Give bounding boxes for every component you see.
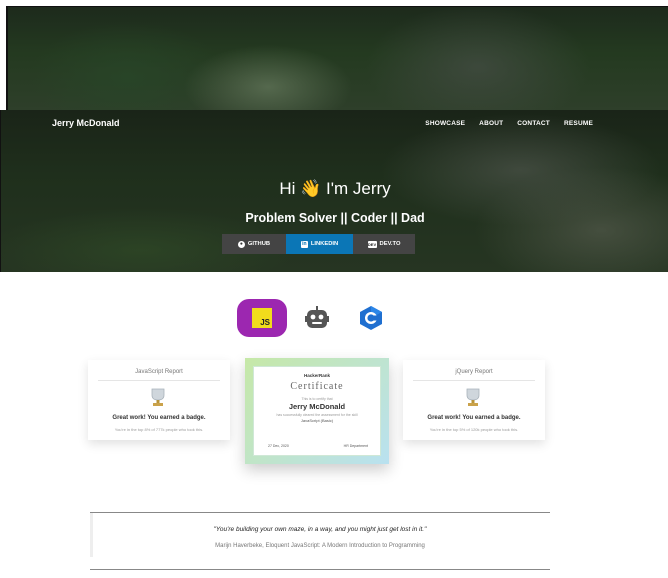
devto-button-label: DEV.TO bbox=[379, 241, 401, 247]
certificate-signature: HR Department bbox=[343, 444, 368, 448]
hero-section: Jerry McDonald SHOWCASE ABOUT CONTACT RE… bbox=[0, 110, 668, 272]
linkedin-button[interactable]: in LINKEDIN bbox=[286, 234, 353, 254]
badge-title: jQuery Report bbox=[455, 369, 493, 375]
nav-link-contact[interactable]: CONTACT bbox=[517, 120, 550, 127]
nav-link-showcase[interactable]: SHOWCASE bbox=[425, 120, 465, 127]
github-button[interactable]: ● GITHUB bbox=[222, 234, 286, 254]
robot-icon bbox=[305, 306, 329, 328]
js-icon: JS bbox=[252, 308, 272, 328]
tab-robot[interactable] bbox=[305, 306, 329, 330]
certificate-line: has successfully cleared the assessment … bbox=[276, 413, 358, 417]
divider bbox=[98, 380, 220, 381]
main-nav: SHOWCASE ABOUT CONTACT RESUME bbox=[425, 120, 593, 127]
quote-text: "You're building your own maze, in a way… bbox=[213, 526, 427, 533]
devto-button[interactable]: DEV DEV.TO bbox=[353, 234, 415, 254]
certificate-title: Certificate bbox=[290, 381, 344, 392]
hero-greeting-prefix: Hi bbox=[279, 179, 296, 198]
tab-javascript[interactable]: JS bbox=[237, 299, 287, 337]
badge-message: Great work! You earned a badge. bbox=[427, 415, 521, 421]
github-icon: ● bbox=[237, 240, 245, 248]
certificate-card[interactable]: HackerRank Certificate This is to certif… bbox=[245, 358, 389, 464]
badge-title: JavaScript Report bbox=[135, 369, 183, 375]
certificate-body: HackerRank Certificate This is to certif… bbox=[253, 366, 381, 456]
hero-subtitle: Problem Solver || Coder || Dad bbox=[245, 211, 425, 225]
wave-emoji-icon: 👋 bbox=[300, 179, 322, 198]
badge-message: Great work! You earned a badge. bbox=[112, 415, 206, 421]
hero-background-top bbox=[6, 6, 668, 111]
certificate-line: This is to certify that bbox=[301, 397, 333, 401]
quote-bar bbox=[90, 513, 93, 557]
hero-title: Hi 👋 I'm Jerry bbox=[1, 179, 668, 199]
javascript-badge-card[interactable]: JavaScript Report Great work! You earned… bbox=[88, 360, 230, 440]
trophy-icon bbox=[151, 388, 165, 406]
badge-note: You're in the top 8% of 777k people who … bbox=[114, 427, 204, 432]
devto-icon: DEV bbox=[367, 240, 377, 248]
certificate-course: JavaScript (Basic) bbox=[300, 418, 334, 423]
tab-c-language[interactable] bbox=[358, 306, 384, 330]
linkedin-icon: in bbox=[300, 240, 308, 248]
quote-source: Marijn Haverbeke, Eloquent JavaScript: A… bbox=[215, 543, 425, 549]
hero-greeting-suffix: I'm Jerry bbox=[326, 179, 391, 198]
c-language-icon bbox=[360, 306, 382, 330]
nav-link-resume[interactable]: RESUME bbox=[564, 120, 593, 127]
badge-note: You're in the top 5% of 120k people who … bbox=[429, 427, 519, 432]
site-brand[interactable]: Jerry McDonald bbox=[52, 118, 120, 128]
certificate-date: 27 Dec, 2020 bbox=[268, 444, 289, 448]
linkedin-button-label: LINKEDIN bbox=[310, 241, 339, 247]
nav-link-about[interactable]: ABOUT bbox=[479, 120, 503, 127]
social-buttons: ● GITHUB in LINKEDIN DEV DEV.TO bbox=[222, 234, 415, 254]
certificate-name: Jerry McDonald bbox=[288, 402, 346, 411]
divider bbox=[413, 380, 535, 381]
certificate-brand: HackerRank bbox=[303, 373, 330, 378]
quote-block: "You're building your own maze, in a way… bbox=[90, 512, 550, 570]
trophy-icon bbox=[466, 388, 480, 406]
jquery-badge-card[interactable]: jQuery Report Great work! You earned a b… bbox=[403, 360, 545, 440]
github-button-label: GITHUB bbox=[247, 241, 271, 247]
